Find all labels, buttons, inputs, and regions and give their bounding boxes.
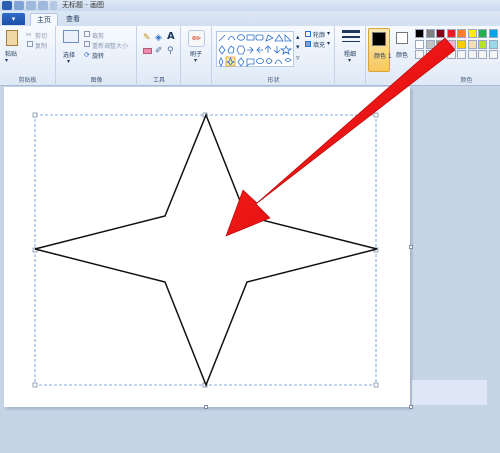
palette-swatch-row2-1[interactable] [425,39,435,49]
size-dropdown-icon[interactable]: ▾ [348,57,351,64]
color2-swatch [396,32,408,44]
brushes-group: ✏ 刷子 ▾ [182,26,212,86]
palette-swatch-row3-1[interactable] [425,50,435,59]
copy-button[interactable]: 复制 [35,41,47,50]
ribbon: 粘贴 ▾ ✂ 剪切 复制 剪贴板 选择 ▾ 裁剪 重新调整大小 ⟳ 旋转 图像 … [0,26,500,86]
crop-icon [84,31,90,37]
palette-swatch-row1-4[interactable] [457,29,466,38]
eraser-icon[interactable] [143,48,152,54]
shapes-gallery [216,31,294,67]
color1-button[interactable]: 颜色 1 [368,28,392,72]
file-menu-label: ▾ [11,15,16,23]
pencil-icon[interactable]: ✎ [143,33,151,43]
palette-swatch-row1-1[interactable] [425,29,435,38]
canvas-resize-handle-right[interactable] [409,245,413,249]
redo-icon[interactable] [38,1,48,10]
color1-label: 颜色 1 [374,53,392,60]
palette-swatch-row1-5[interactable] [467,29,477,38]
resize-button[interactable]: 重新调整大小 [92,41,128,50]
colors-group-label: 颜色 [460,77,473,84]
drawing-canvas[interactable] [4,87,410,407]
outline-button[interactable]: 轮廓 [313,30,325,39]
palette-swatch-row2-3[interactable] [446,39,456,49]
window-title: 无标题 - 画图 [62,1,104,9]
file-menu-button[interactable]: ▾ [2,13,25,25]
color1-swatch [372,32,386,46]
save-quick-icon[interactable] [14,1,24,10]
palette-swatch-row1-6[interactable] [478,29,487,38]
paste-dropdown-icon[interactable]: ▾ [5,57,8,64]
customize-qat-icon[interactable] [50,1,57,10]
magnifier-icon[interactable]: ⚲ [167,46,174,56]
select-icon[interactable] [63,30,79,43]
palette-swatch-row3-0[interactable] [415,50,424,59]
tab-home-label: 主页 [37,16,51,24]
outline-dropdown-icon[interactable]: ▾ [327,30,330,37]
brushes-dropdown-icon[interactable]: ▾ [194,57,197,64]
size-line-2-icon [342,36,360,38]
color2-button[interactable]: 颜色 [393,28,413,72]
canvas-resize-handle-corner[interactable] [409,405,413,409]
palette-swatch-row2-4[interactable] [457,39,466,49]
workspace-highlight [412,380,487,405]
workspace [0,87,500,453]
palette-swatch-row3-5[interactable] [467,50,477,59]
tools-group: ✎ ◈ A ✐ ⚲ 工具 [138,26,181,86]
shapes-scroll-up-icon[interactable]: ▴ [296,33,300,41]
palette-swatch-row2-2[interactable] [436,39,445,49]
fill-bucket-icon[interactable]: ◈ [155,33,162,43]
canvas-resize-handle-bottom[interactable] [204,405,208,409]
clipboard-group: 粘贴 ▾ ✂ 剪切 复制 剪贴板 [0,26,56,86]
select-dropdown-icon[interactable]: ▾ [67,58,70,65]
tab-view[interactable]: 查看 [60,13,86,26]
palette-swatch-row1-0[interactable] [415,29,424,38]
fill-dropdown-icon[interactable]: ▾ [327,40,330,47]
palette-swatch-row1-7[interactable] [488,29,498,38]
clipboard-group-label: 剪贴板 [18,77,37,84]
size-line-3-icon [342,41,360,42]
paste-icon[interactable] [6,30,18,46]
tools-group-label: 工具 [152,77,165,84]
shapes-gallery-icons [218,34,293,67]
scissors-icon: ✂ [26,31,32,39]
palette-swatch-row3-7[interactable] [488,50,498,59]
color-picker-icon[interactable]: ✐ [155,46,163,56]
title-bar: 无标题 - 画图 [0,0,500,11]
copy-icon [27,41,33,47]
rotate-icon: ⟳ [84,51,90,59]
shapes-group-label: 形状 [267,77,280,84]
palette-swatch-row3-3[interactable] [446,50,456,59]
text-tool-icon[interactable]: A [167,31,175,42]
palette-swatch-row1-2[interactable] [436,29,445,38]
palette-swatch-row3-2[interactable] [436,50,445,59]
fill-button[interactable]: 填充 [313,40,325,49]
outline-icon [305,31,311,37]
palette-swatch-row3-6[interactable] [478,50,487,59]
brush-icon[interactable]: ✏ [188,30,205,47]
color2-label: 颜色 [396,52,409,59]
crop-button[interactable]: 裁剪 [92,31,104,40]
palette-swatch-row2-6[interactable] [478,39,487,49]
shapes-scroll-down-icon[interactable]: ▾ [296,43,300,51]
size-line-1-icon [342,30,360,33]
undo-icon[interactable] [26,1,36,10]
tab-home[interactable]: 主页 [30,13,58,26]
tab-view-label: 查看 [66,15,80,23]
palette-swatch-row2-5[interactable] [467,39,477,49]
palette-swatch-row2-0[interactable] [415,39,424,49]
image-group-label: 图像 [90,77,103,84]
palette-swatch-row2-7[interactable] [488,39,498,49]
shapes-more-icon[interactable]: ▿ [296,54,300,62]
rotate-button[interactable]: 旋转 [92,51,104,60]
size-group: 粗细 ▾ [336,26,366,86]
tab-row: ▾ 主页 查看 [0,11,500,26]
palette-swatch-row3-4[interactable] [457,50,466,59]
cut-button[interactable]: 剪切 [35,31,47,40]
palette-swatch-row1-3[interactable] [446,29,456,38]
fill-icon [305,41,311,47]
resize-icon [84,41,90,47]
image-group: 选择 ▾ 裁剪 重新调整大小 ⟳ 旋转 图像 [57,26,137,86]
paint-app-icon[interactable] [2,1,12,10]
